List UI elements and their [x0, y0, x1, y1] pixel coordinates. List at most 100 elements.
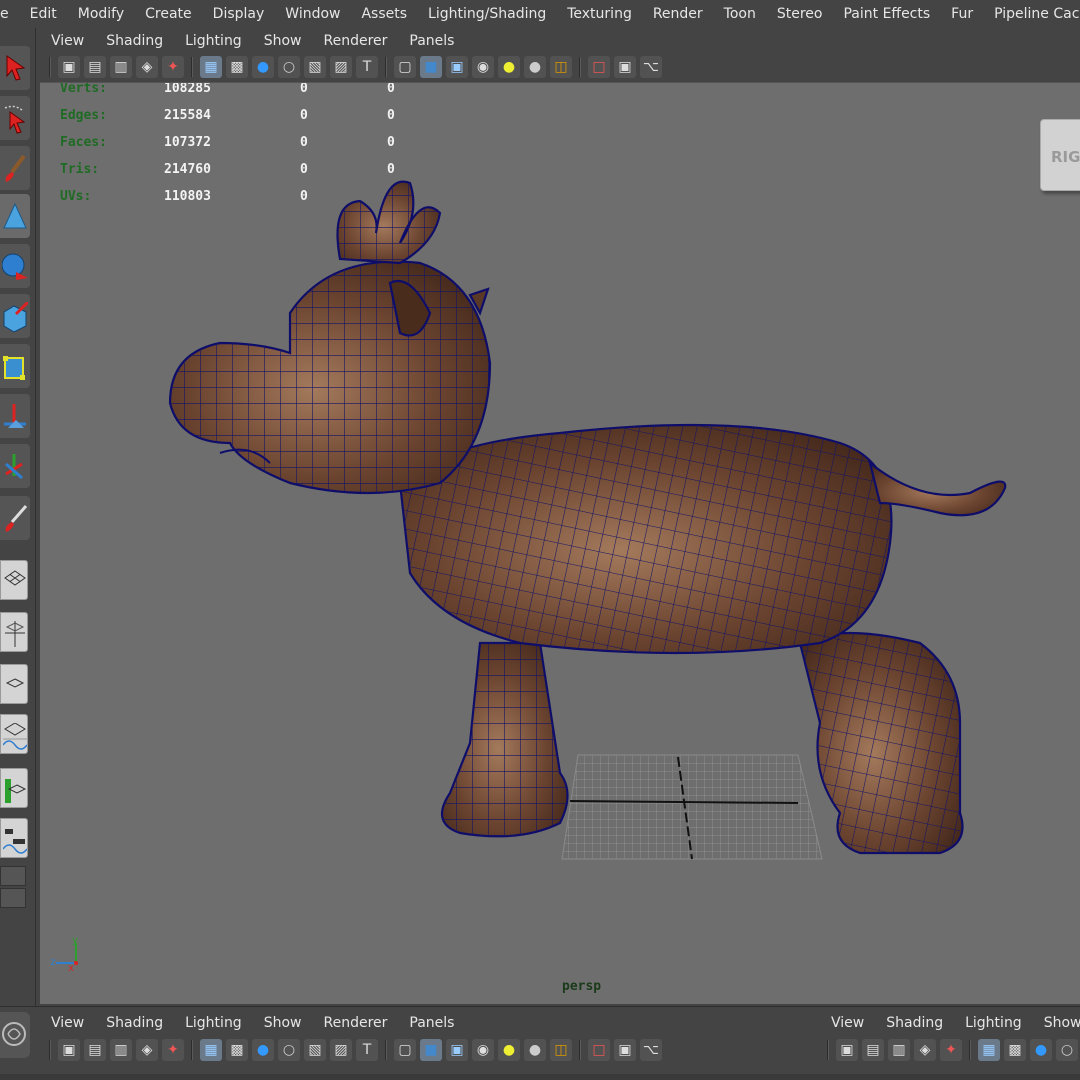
xray-icon[interactable]: ■: [420, 56, 442, 78]
layout-dropdown-1[interactable]: [0, 866, 26, 886]
paint-select-tool-button[interactable]: [0, 146, 30, 190]
resolution-gate-icon[interactable]: ⌥: [640, 56, 662, 78]
main-menu-item-14[interactable]: Pipeline Cache: [984, 0, 1080, 28]
textured-icon[interactable]: ●: [1030, 1039, 1052, 1061]
textured-icon[interactable]: ●: [252, 1039, 274, 1061]
bottom-panel-menu-item-5[interactable]: Panels: [398, 1015, 465, 1031]
default-light-icon[interactable]: ○: [1056, 1039, 1078, 1061]
screen-space-ao-icon[interactable]: ▨: [330, 56, 352, 78]
main-menu-item-6[interactable]: Assets: [351, 0, 418, 28]
soft-mod-button[interactable]: [0, 394, 30, 438]
camera-bookmark-icon[interactable]: ▤: [84, 56, 106, 78]
grease-pencil-icon[interactable]: ✦: [940, 1039, 962, 1061]
resolution-gate-icon[interactable]: ⌥: [640, 1039, 662, 1061]
image-plane-icon[interactable]: ▥: [110, 1039, 132, 1061]
grease-pencil-icon[interactable]: ✦: [162, 56, 184, 78]
main-menu-item-10[interactable]: Toon: [713, 0, 766, 28]
persp-graph-layout-button[interactable]: [0, 714, 28, 754]
screen-space-ao-icon[interactable]: ▨: [330, 1039, 352, 1061]
four-pane-layout-button[interactable]: [0, 612, 28, 652]
shadows-lit-icon[interactable]: ●: [524, 1039, 546, 1061]
motion-blur-icon[interactable]: T: [356, 56, 378, 78]
shadows-icon[interactable]: ▧: [304, 56, 326, 78]
default-light-icon[interactable]: ○: [278, 56, 300, 78]
smooth-shade-icon[interactable]: ▩: [226, 1039, 248, 1061]
use-lights-icon[interactable]: ●: [498, 56, 520, 78]
scale-tool-button[interactable]: [0, 344, 30, 388]
select-tool-button[interactable]: [0, 46, 30, 90]
panel-menu-item-3[interactable]: Show: [253, 33, 313, 49]
bottom-panel-menu-item-1[interactable]: Shading: [95, 1015, 174, 1031]
bottom-panel-menu-item-4[interactable]: Renderer: [312, 1015, 398, 1031]
camera-attr-icon[interactable]: ▣: [58, 56, 80, 78]
xray-icon[interactable]: ■: [420, 1039, 442, 1061]
hypergraph-layout-button[interactable]: [0, 818, 28, 858]
camera-bookmark-icon[interactable]: ▤: [862, 1039, 884, 1061]
backface-icon[interactable]: ◉: [472, 56, 494, 78]
bottom-panel-menu-item-3[interactable]: Show: [253, 1015, 313, 1031]
smooth-shade-icon[interactable]: ▩: [226, 56, 248, 78]
isolate-select-icon[interactable]: ▢: [394, 56, 416, 78]
camera-bookmark-icon[interactable]: ▤: [84, 1039, 106, 1061]
rotate-tool-button[interactable]: [0, 294, 30, 338]
xray-joints-icon[interactable]: ▣: [446, 56, 468, 78]
main-menu-item-1[interactable]: Edit: [19, 0, 67, 28]
universal-manip-button[interactable]: [0, 194, 30, 238]
wireframe-icon[interactable]: ▦: [200, 56, 222, 78]
grease-pencil-icon[interactable]: ✦: [162, 1039, 184, 1061]
gate-mask-icon[interactable]: ▣: [614, 56, 636, 78]
gate-mask-icon[interactable]: ▣: [614, 1039, 636, 1061]
move-tool-button[interactable]: [0, 244, 30, 288]
last-tool-button[interactable]: [0, 496, 30, 540]
textured-icon[interactable]: ●: [252, 56, 274, 78]
lasso-tool-button[interactable]: [0, 96, 30, 140]
single-pane-layout-button[interactable]: [0, 560, 28, 600]
2d-pan-icon[interactable]: ◈: [136, 1039, 158, 1061]
2d-pan-icon[interactable]: ◈: [914, 1039, 936, 1061]
panel-menu-item-4[interactable]: Renderer: [312, 33, 398, 49]
wireframe-icon[interactable]: ▦: [978, 1039, 1000, 1061]
use-lights-icon[interactable]: ●: [498, 1039, 520, 1061]
main-menu-item-13[interactable]: Fur: [941, 0, 984, 28]
bottom-panel-menu-item-0[interactable]: View: [40, 1015, 95, 1031]
right-panel-menu-item-3[interactable]: Show: [1033, 1015, 1080, 1031]
motion-blur-icon[interactable]: T: [356, 1039, 378, 1061]
default-light-icon[interactable]: ○: [278, 1039, 300, 1061]
smooth-shade-icon[interactable]: ▩: [1004, 1039, 1026, 1061]
camera-attr-icon[interactable]: ▣: [58, 1039, 80, 1061]
shadows-lit-icon[interactable]: ●: [524, 56, 546, 78]
main-menu-item-9[interactable]: Render: [642, 0, 713, 28]
main-menu-item-3[interactable]: Create: [135, 0, 203, 28]
snapshot-icon[interactable]: □: [588, 1039, 610, 1061]
xray-joints-icon[interactable]: ▣: [446, 1039, 468, 1061]
show-manip-button[interactable]: [0, 444, 30, 488]
right-panel-menu-item-0[interactable]: View: [820, 1015, 875, 1031]
camera-attr-icon[interactable]: ▣: [836, 1039, 858, 1061]
highlight-icon[interactable]: ◫: [550, 1039, 572, 1061]
2d-pan-icon[interactable]: ◈: [136, 56, 158, 78]
shadows-icon[interactable]: ▧: [304, 1039, 326, 1061]
bottom-panel-menu-item-2[interactable]: Lighting: [174, 1015, 253, 1031]
panel-menu-item-2[interactable]: Lighting: [174, 33, 253, 49]
image-plane-icon[interactable]: ▥: [888, 1039, 910, 1061]
main-menu-item-11[interactable]: Stereo: [766, 0, 833, 28]
isolate-select-icon[interactable]: ▢: [394, 1039, 416, 1061]
panel-menu-item-5[interactable]: Panels: [398, 33, 465, 49]
image-plane-icon[interactable]: ▥: [110, 56, 132, 78]
main-menu-item-4[interactable]: Display: [202, 0, 275, 28]
right-panel-menu-item-2[interactable]: Lighting: [954, 1015, 1033, 1031]
main-menu-item-0[interactable]: e: [0, 0, 19, 28]
main-menu-item-5[interactable]: Window: [275, 0, 351, 28]
persp-outliner-layout-button[interactable]: [0, 768, 28, 808]
main-menu-item-12[interactable]: Paint Effects: [833, 0, 941, 28]
perspective-viewport[interactable]: Verts: 108285 0 0 Edges: 215584 0 0 Faces: 107372…: [40, 82, 1080, 1004]
panel-menu-item-1[interactable]: Shading: [95, 33, 174, 49]
wireframe-icon[interactable]: ▦: [200, 1039, 222, 1061]
two-pane-layout-button[interactable]: [0, 664, 28, 704]
layout-dropdown-2[interactable]: [0, 888, 26, 908]
snapshot-icon[interactable]: □: [588, 56, 610, 78]
main-menu-item-2[interactable]: Modify: [67, 0, 134, 28]
right-panel-menu-item-1[interactable]: Shading: [875, 1015, 954, 1031]
highlight-icon[interactable]: ◫: [550, 56, 572, 78]
main-menu-item-7[interactable]: Lighting/Shading: [418, 0, 557, 28]
